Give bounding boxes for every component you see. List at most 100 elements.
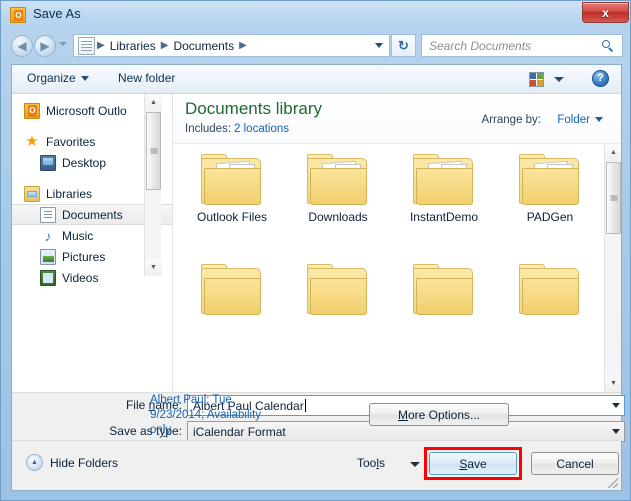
- refresh-icon[interactable]: ↻: [391, 34, 416, 57]
- breadcrumb-libraries[interactable]: Libraries: [107, 39, 159, 53]
- sidebar-item-label: Desktop: [62, 155, 107, 170]
- list-item[interactable]: InstantDemo: [391, 152, 497, 262]
- sidebar-item-label: Pictures: [62, 249, 106, 264]
- folder-icon: [413, 264, 475, 316]
- search-box[interactable]: Search Documents: [421, 34, 623, 57]
- new-folder-button[interactable]: New folder: [118, 71, 175, 85]
- scrollbar-grip-icon: [150, 148, 157, 154]
- hide-folders-button[interactable]: ▲ Hide Folders: [26, 454, 118, 471]
- save-button[interactable]: Save: [429, 452, 517, 475]
- forward-button[interactable]: ▶: [34, 35, 56, 57]
- scroll-down-icon[interactable]: ▼: [605, 375, 621, 392]
- sidebar-item-label: Libraries: [46, 186, 93, 201]
- organize-label: Organize: [27, 71, 76, 85]
- file-grid-row: [179, 262, 603, 372]
- folder-icon: [307, 154, 369, 206]
- file-name-chevron-down-icon[interactable]: [607, 396, 624, 415]
- title-bar: O Save As x: [1, 1, 631, 29]
- chevron-down-icon: [595, 117, 603, 123]
- save-as-type-chevron-down-icon[interactable]: [607, 422, 624, 441]
- dialog-footer: ▲ Hide Folders Tools Save Cancel: [12, 440, 621, 490]
- address-bar[interactable]: ▶ Libraries ▶ Documents ▶: [73, 34, 390, 57]
- library-title: Documents library: [185, 99, 322, 118]
- search-icon: [602, 39, 614, 52]
- pictures-icon: [40, 248, 56, 265]
- list-item-label: Downloads: [308, 210, 368, 224]
- library-breadcrumb-icon: [78, 36, 95, 55]
- text-cursor-icon: [304, 399, 306, 412]
- sidebar-item-label: Documents: [62, 207, 123, 222]
- list-item[interactable]: [179, 262, 285, 372]
- list-item[interactable]: Downloads: [285, 152, 391, 262]
- folder-icon: [519, 154, 581, 206]
- tools-label-post: s: [379, 456, 386, 470]
- list-item[interactable]: PADGen: [497, 152, 603, 262]
- folder-icon: [201, 154, 263, 206]
- list-item[interactable]: [391, 262, 497, 372]
- file-list-scrollbar[interactable]: ▲ ▼: [604, 144, 621, 392]
- arrange-by-label: Arrange by:: [481, 114, 541, 126]
- chevron-down-icon: [80, 76, 89, 82]
- organize-button[interactable]: Organize: [27, 71, 89, 85]
- sidebar-item-label: Videos: [62, 270, 99, 285]
- document-icon: [40, 206, 56, 223]
- tools-label-pre: Too: [357, 456, 377, 470]
- includes-label: Includes:: [185, 123, 232, 135]
- tools-chevron-down-icon[interactable]: [410, 462, 420, 467]
- list-item-label: InstantDemo: [409, 210, 479, 224]
- view-layout-icon[interactable]: [529, 72, 544, 87]
- recent-locations-chevron-down-icon[interactable]: [59, 42, 67, 46]
- save-label-accel: S: [459, 456, 468, 471]
- file-grid: Outlook Files Downloads InstantDemo PADG…: [173, 144, 603, 392]
- file-list-pane: Documents library Includes: 2 locations A…: [172, 94, 621, 392]
- window-title: Save As: [33, 6, 81, 21]
- cancel-button[interactable]: Cancel: [531, 452, 619, 475]
- sidebar-item-label: Microsoft Outlo: [46, 103, 127, 118]
- list-item[interactable]: Outlook Files: [179, 152, 285, 262]
- videos-icon: [40, 269, 56, 286]
- list-item-label: PADGen: [526, 210, 574, 224]
- arrange-by-value-label: Folder: [557, 114, 590, 126]
- scrollbar-grip-icon: [610, 195, 617, 201]
- appointment-details-note: Albert Paul; Tue 9/23/2014; Availability…: [150, 394, 262, 436]
- hide-folders-label: Hide Folders: [50, 455, 119, 470]
- save-form: File name: Albert Paul Calendar Save as …: [12, 392, 625, 442]
- view-chevron-down-icon[interactable]: [554, 77, 564, 82]
- search-input[interactable]: Search Documents: [429, 39, 531, 53]
- address-chevron-down-icon[interactable]: [375, 43, 383, 48]
- more-options-button[interactable]: More Options...: [369, 403, 509, 426]
- list-item[interactable]: [497, 262, 603, 372]
- music-icon: ♪: [44, 227, 52, 244]
- library-header: Documents library Includes: 2 locations A…: [173, 94, 621, 144]
- breadcrumb-documents[interactable]: Documents: [170, 39, 237, 53]
- arrange-by-value[interactable]: Folder: [557, 114, 603, 126]
- outlook-icon: O: [10, 7, 26, 23]
- folder-icon: [519, 264, 581, 316]
- help-icon[interactable]: ?: [592, 70, 609, 87]
- list-item[interactable]: [285, 262, 391, 372]
- list-item-label: Outlook Files: [196, 210, 268, 224]
- navigation-pane-scrollbar[interactable]: ▲ ▼: [144, 94, 162, 276]
- tools-button[interactable]: Tools: [357, 456, 385, 470]
- close-icon[interactable]: x: [582, 2, 629, 23]
- file-name-label-pre: File: [125, 398, 149, 412]
- save-as-dialog: O Save As x ◀ ▶ ▶ Libraries ▶ Documents …: [0, 0, 631, 501]
- collapse-up-icon: ▲: [26, 454, 43, 471]
- more-options-accel: M: [397, 407, 408, 422]
- scroll-down-icon[interactable]: ▼: [145, 259, 162, 276]
- scroll-up-icon[interactable]: ▲: [605, 144, 621, 161]
- folder-icon: [201, 264, 263, 316]
- scroll-up-icon[interactable]: ▲: [145, 94, 162, 111]
- desktop-icon: [40, 154, 56, 171]
- window-frame: O Save As x ◀ ▶ ▶ Libraries ▶ Documents …: [0, 0, 631, 501]
- resize-grip-icon[interactable]: [608, 478, 618, 488]
- library-icon: [24, 185, 40, 202]
- scrollbar-thumb[interactable]: [146, 112, 161, 190]
- file-grid-row: Outlook Files Downloads InstantDemo PADG…: [179, 152, 603, 262]
- scrollbar-thumb[interactable]: [606, 162, 621, 234]
- star-icon: ★: [25, 132, 39, 150]
- back-button[interactable]: ◀: [11, 35, 33, 57]
- library-includes: Includes: 2 locations: [185, 123, 289, 135]
- breadcrumb-separator-icon: ▶: [239, 40, 247, 51]
- includes-locations-link[interactable]: 2 locations: [234, 123, 289, 135]
